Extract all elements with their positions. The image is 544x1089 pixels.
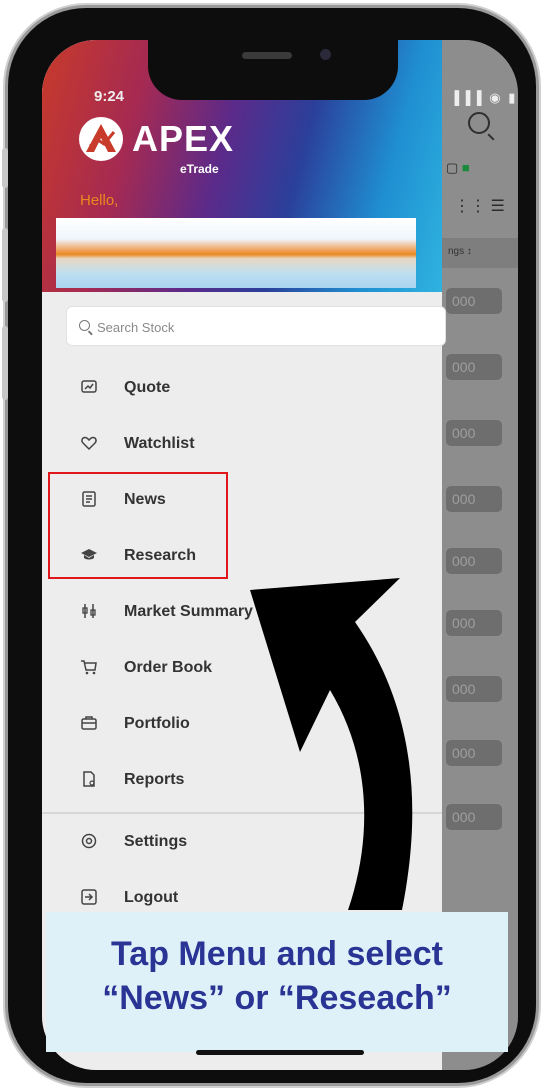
instruction-caption: Tap Menu and select “News” or “Reseach”	[46, 912, 508, 1052]
status-time: 9:24	[94, 88, 125, 105]
camera	[320, 49, 331, 60]
phone-notch	[148, 40, 398, 100]
home-indicator[interactable]	[196, 1050, 364, 1055]
status-icons: ▐▐▐ ◉ ▮	[450, 90, 518, 105]
caption-line-1: Tap Menu and select	[111, 935, 443, 973]
speaker	[242, 52, 292, 59]
caption-line-2: “News” or “Reseach”	[102, 979, 452, 1017]
